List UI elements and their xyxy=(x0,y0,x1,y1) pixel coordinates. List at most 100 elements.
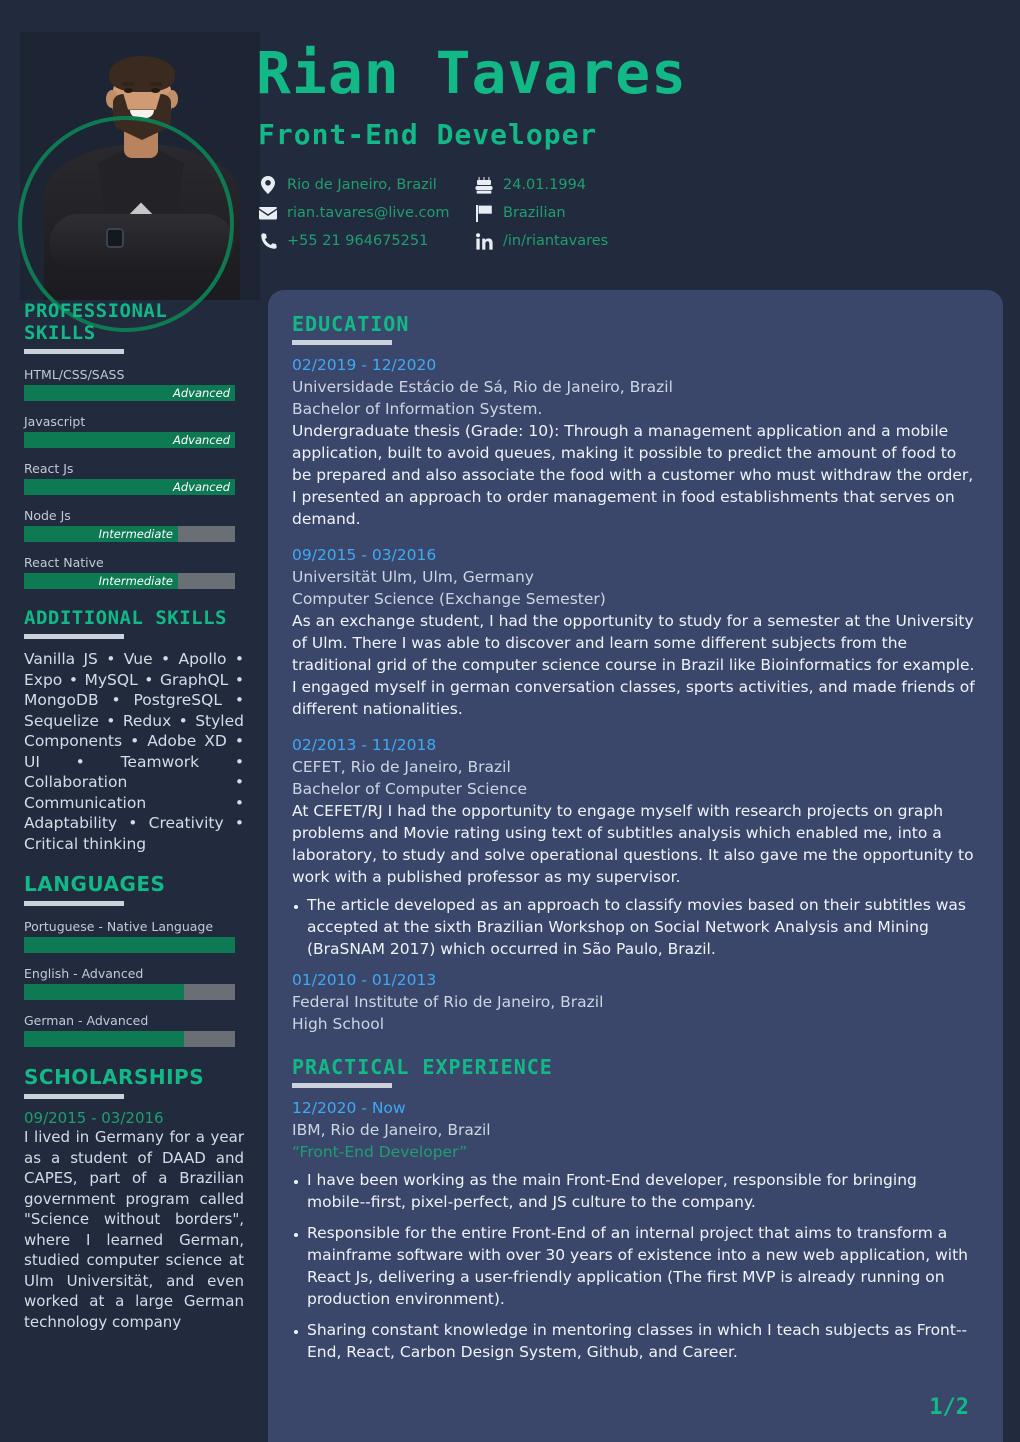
contact-phone[interactable]: +55 21 964675251 xyxy=(258,231,474,251)
photo-figure xyxy=(20,32,260,300)
language-row: English - Advanced xyxy=(24,966,244,1000)
additional-skills-heading: ADDITIONAL SKILLS xyxy=(24,607,227,629)
entry-organization: Federal Institute of Rio de Janeiro, Bra… xyxy=(292,993,604,1011)
skill-row: Node Js Intermediate xyxy=(24,508,244,542)
entry-degree: Bachelor of Computer Science xyxy=(292,780,528,798)
list-item: Responsible for the entire Front-End of … xyxy=(292,1222,975,1310)
birthday-cake-icon xyxy=(474,175,494,195)
contact-linkedin-text: /in/riantavares xyxy=(503,233,609,249)
scholarships-heading: SCHOLARSHIPS xyxy=(24,1065,205,1089)
skill-label: Node Js xyxy=(24,508,71,523)
language-bar xyxy=(24,984,235,1000)
entry-bullet-list: The article developed as an approach to … xyxy=(292,894,975,960)
heading-underline xyxy=(24,1094,124,1099)
photo-brow-left xyxy=(122,82,135,86)
additional-skills-text: Vanilla JS • Vue • Apollo • Expo • MySQL… xyxy=(24,650,244,853)
education-entry: 02/2019 - 12/2020 Universidade Estácio d… xyxy=(292,354,975,530)
skill-bar-fill: Advanced xyxy=(24,432,235,448)
photo-eye-left xyxy=(124,88,133,93)
education-entry: 09/2015 - 03/2016 Universität Ulm, Ulm, … xyxy=(292,544,975,720)
section-education: EDUCATION 02/2019 - 12/2020 Universidade… xyxy=(292,312,975,1035)
entry-body: As an exchange student, I had the opport… xyxy=(292,612,975,718)
skill-bar-fill: Intermediate xyxy=(24,526,179,542)
heading-underline xyxy=(24,634,124,639)
skill-level-label: Intermediate xyxy=(98,527,174,541)
entry-degree: Bachelor of Information System. xyxy=(292,400,543,418)
contact-nationality-text: Brazilian xyxy=(503,205,566,221)
section-languages: LANGUAGES Portuguese - Native Language E… xyxy=(0,872,268,1047)
languages-heading: LANGUAGES xyxy=(24,872,166,896)
section-professional-skills: PROFESSIONAL SKILLS HTML/CSS/SASS Advanc… xyxy=(0,300,268,589)
contact-location: Rio de Janeiro, Brazil xyxy=(258,175,474,195)
education-entry: 02/2013 - 11/2018 CEFET, Rio de Janeiro,… xyxy=(292,734,975,960)
contact-email-text: rian.tavares@live.com xyxy=(287,205,450,221)
main-content-card: EDUCATION 02/2019 - 12/2020 Universidade… xyxy=(268,290,1003,1442)
sidebar: PROFESSIONAL SKILLS HTML/CSS/SASS Advanc… xyxy=(0,300,268,1332)
entry-job-title: “Front-End Developer” xyxy=(292,1143,468,1161)
heading-underline xyxy=(24,901,124,906)
entry-date: 01/2010 - 01/2013 xyxy=(292,971,437,989)
skill-row: HTML/CSS/SASS Advanced xyxy=(24,367,244,401)
language-label: Portuguese - Native Language xyxy=(24,919,214,934)
skill-label: React Native xyxy=(24,555,104,570)
phone-icon xyxy=(258,231,278,251)
entry-organization: IBM, Rio de Janeiro, Brazil xyxy=(292,1121,491,1139)
heading-underline xyxy=(292,340,392,345)
skill-bar: Advanced xyxy=(24,479,235,495)
skill-bar: Advanced xyxy=(24,385,235,401)
list-item: Sharing constant knowledge in mentoring … xyxy=(292,1319,975,1363)
language-bar-fill xyxy=(24,1031,185,1047)
entry-organization: CEFET, Rio de Janeiro, Brazil xyxy=(292,758,511,776)
page-indicator: 1/2 xyxy=(929,1395,969,1420)
skill-label: HTML/CSS/SASS xyxy=(24,367,125,382)
education-entry: 01/2010 - 01/2013 Federal Institute of R… xyxy=(292,969,975,1035)
skill-bar: Intermediate xyxy=(24,573,235,589)
photo-brow-right xyxy=(149,82,162,86)
resume-header: Rian Tavares Front-End Developer Rio de … xyxy=(0,0,1020,332)
skill-row: React Native Intermediate xyxy=(24,555,244,589)
skill-level-label: Advanced xyxy=(172,480,230,494)
contact-email[interactable]: rian.tavares@live.com xyxy=(258,203,474,223)
skill-bar-fill: Intermediate xyxy=(24,573,179,589)
photo-eye-right xyxy=(151,88,160,93)
heading-underline xyxy=(292,1083,392,1088)
contact-nationality: Brazilian xyxy=(474,203,678,223)
professional-skills-heading: PROFESSIONAL SKILLS xyxy=(24,300,168,344)
entry-degree: High School xyxy=(292,1015,385,1033)
entry-date: 09/2015 - 03/2016 xyxy=(292,546,437,564)
contact-location-text: Rio de Janeiro, Brazil xyxy=(287,177,437,193)
skill-bar-fill: Advanced xyxy=(24,385,235,401)
entry-date: 12/2020 - Now xyxy=(292,1099,406,1117)
contact-info: Rio de Janeiro, Brazil 24.01.1994 rian.t… xyxy=(258,175,678,251)
language-label: English - Advanced xyxy=(24,966,144,981)
photo-watch xyxy=(106,228,124,248)
location-pin-icon xyxy=(258,175,278,195)
scholarship-date: 09/2015 - 03/2016 xyxy=(24,1109,164,1127)
scholarship-text: I lived in Germany for a year as a stude… xyxy=(24,1128,244,1331)
page-title: Rian Tavares xyxy=(256,39,688,107)
skill-row: React Js Advanced xyxy=(24,461,244,495)
profile-photo xyxy=(20,32,260,300)
skill-level-label: Advanced xyxy=(172,433,230,447)
skill-row: Javascript Advanced xyxy=(24,414,244,448)
skill-bar: Intermediate xyxy=(24,526,235,542)
language-bar xyxy=(24,937,235,953)
language-row: German - Advanced xyxy=(24,1013,244,1047)
entry-body: Undergraduate thesis (Grade: 10): Throug… xyxy=(292,422,974,528)
section-scholarships: SCHOLARSHIPS 09/2015 - 03/2016 I lived i… xyxy=(0,1065,268,1332)
language-row: Portuguese - Native Language xyxy=(24,919,244,953)
section-additional-skills: ADDITIONAL SKILLS Vanilla JS • Vue • Apo… xyxy=(0,607,268,854)
list-item: I have been working as the main Front-En… xyxy=(292,1169,975,1213)
contact-birthday-text: 24.01.1994 xyxy=(503,177,587,193)
education-heading: EDUCATION xyxy=(292,312,410,336)
entry-organization: Universidade Estácio de Sá, Rio de Janei… xyxy=(292,378,673,396)
skill-level-label: Intermediate xyxy=(98,574,174,588)
photo-arms xyxy=(50,214,234,272)
contact-linkedin[interactable]: /in/riantavares xyxy=(474,231,678,251)
contact-birthday: 24.01.1994 xyxy=(474,175,678,195)
heading-underline xyxy=(24,349,124,354)
